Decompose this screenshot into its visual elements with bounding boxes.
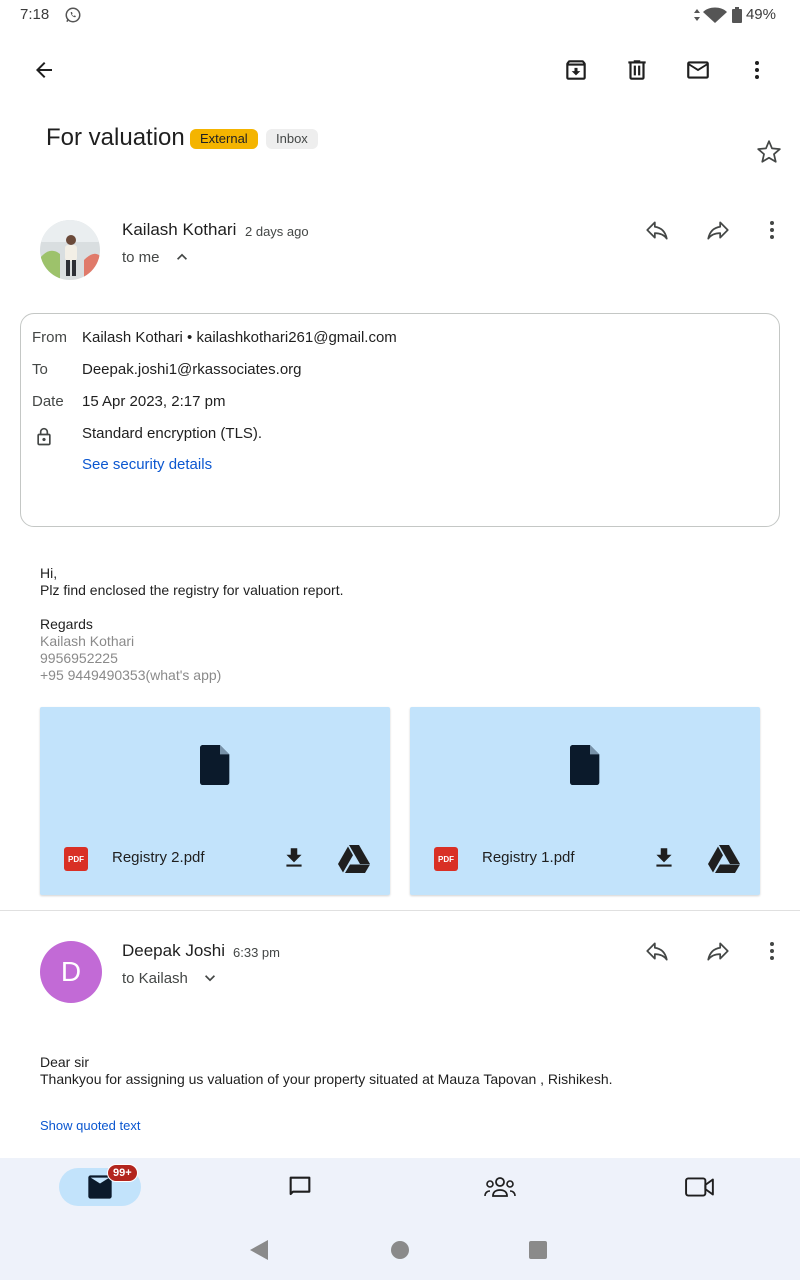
message-time: 6:33 pm: [233, 945, 280, 960]
forward-button[interactable]: [694, 927, 742, 975]
download-icon[interactable]: [281, 845, 307, 871]
pdf-icon: PDF: [64, 847, 88, 871]
mark-unread-button[interactable]: [674, 46, 722, 94]
nav-spaces[interactable]: [459, 1168, 541, 1206]
encryption-text: Standard encryption (TLS).: [82, 425, 263, 442]
message-more-button[interactable]: [748, 206, 796, 254]
status-right: 49%: [693, 6, 776, 23]
reply-button[interactable]: [633, 927, 681, 975]
whatsapp-icon: [64, 6, 82, 24]
lock-icon: [34, 426, 54, 448]
delete-button[interactable]: [613, 46, 661, 94]
sender-avatar[interactable]: D: [40, 941, 102, 1003]
reply-icon: [644, 938, 670, 964]
drive-icon[interactable]: [708, 845, 740, 873]
date-value: 15 Apr 2023, 2:17 pm: [82, 393, 226, 410]
signature-name: Kailash Kothari: [40, 633, 135, 649]
people-icon: [484, 1174, 516, 1200]
to-value: Deepak.joshi1@rkassociates.org: [82, 361, 302, 378]
star-icon: [756, 139, 782, 165]
status-time: 7:18: [20, 6, 50, 23]
file-icon: [200, 745, 232, 785]
forward-icon: [705, 217, 731, 243]
sender-avatar[interactable]: [40, 220, 100, 280]
nav-mail[interactable]: 99+: [59, 1164, 141, 1206]
arrow-left-icon: [32, 58, 56, 82]
body-line: Thankyou for assigning us valuation of y…: [40, 1071, 613, 1087]
download-icon[interactable]: [651, 845, 677, 871]
recipients-label: to Kailash: [122, 969, 188, 987]
recipients-toggle[interactable]: to Kailash: [122, 968, 220, 988]
body-regards: Regards: [40, 616, 93, 632]
signature-phone: 9956952225: [40, 650, 118, 666]
body-line: Plz find enclosed the registry for valua…: [40, 582, 344, 598]
video-camera-icon: [685, 1175, 715, 1199]
nav-chat[interactable]: [259, 1168, 341, 1206]
chat-icon: [286, 1173, 314, 1201]
attachment-card[interactable]: PDF Registry 2.pdf: [40, 707, 390, 895]
chevron-up-icon: [172, 247, 192, 267]
system-navigation-bar: [0, 1220, 800, 1280]
attachment-name: Registry 1.pdf: [482, 849, 575, 866]
trash-icon: [624, 57, 650, 83]
archive-icon: [563, 57, 589, 83]
message-time: 2 days ago: [245, 224, 309, 239]
body-greeting: Hi,: [40, 565, 58, 581]
security-details-link[interactable]: See security details: [82, 456, 212, 473]
home-circle-icon[interactable]: [390, 1240, 410, 1260]
date-label: Date: [32, 393, 64, 410]
email-subject: For valuation: [46, 124, 185, 151]
attachment-card[interactable]: PDF Registry 1.pdf: [410, 707, 760, 895]
recipients-toggle[interactable]: to me: [122, 247, 192, 267]
reply-button[interactable]: [633, 206, 681, 254]
mail-icon: [684, 57, 712, 83]
more-vert-icon: [760, 939, 784, 963]
from-label: From: [32, 329, 67, 346]
show-quoted-text-link[interactable]: Show quoted text: [40, 1118, 140, 1133]
external-label[interactable]: External: [190, 129, 258, 149]
file-icon: [570, 745, 602, 785]
more-vert-icon: [745, 58, 769, 82]
recipients-label: to me: [122, 248, 160, 266]
pdf-icon: PDF: [434, 847, 458, 871]
nav-meet[interactable]: [659, 1168, 741, 1206]
message-more-button[interactable]: [748, 927, 796, 975]
more-vert-icon: [760, 218, 784, 242]
star-button[interactable]: [745, 128, 793, 176]
more-options-button[interactable]: [733, 46, 781, 94]
battery-percent: 49%: [745, 6, 776, 23]
back-triangle-icon[interactable]: [248, 1239, 270, 1261]
forward-button[interactable]: [694, 206, 742, 254]
signal-icon: [693, 7, 728, 23]
back-button[interactable]: [20, 46, 68, 94]
body-line: Dear sir: [40, 1054, 90, 1070]
drive-icon[interactable]: [338, 845, 370, 873]
from-value: Kailash Kothari • kailashkothari261@gmai…: [82, 329, 397, 346]
forward-icon: [705, 938, 731, 964]
archive-button[interactable]: [552, 46, 600, 94]
attachment-name: Registry 2.pdf: [112, 849, 205, 866]
message-divider: [0, 910, 800, 911]
battery-icon: [731, 6, 742, 23]
unread-badge: 99+: [107, 1164, 138, 1182]
chevron-down-icon: [200, 968, 220, 988]
sender-name[interactable]: Kailash Kothari: [122, 220, 236, 240]
reply-icon: [644, 217, 670, 243]
to-label: To: [32, 361, 48, 378]
signature-whatsapp: +95 9449490353(what's app): [40, 667, 222, 683]
inbox-label[interactable]: Inbox: [266, 129, 318, 149]
sender-name[interactable]: Deepak Joshi: [122, 941, 225, 961]
bottom-navigation: 99+: [0, 1158, 800, 1220]
recents-square-icon[interactable]: [528, 1240, 548, 1260]
